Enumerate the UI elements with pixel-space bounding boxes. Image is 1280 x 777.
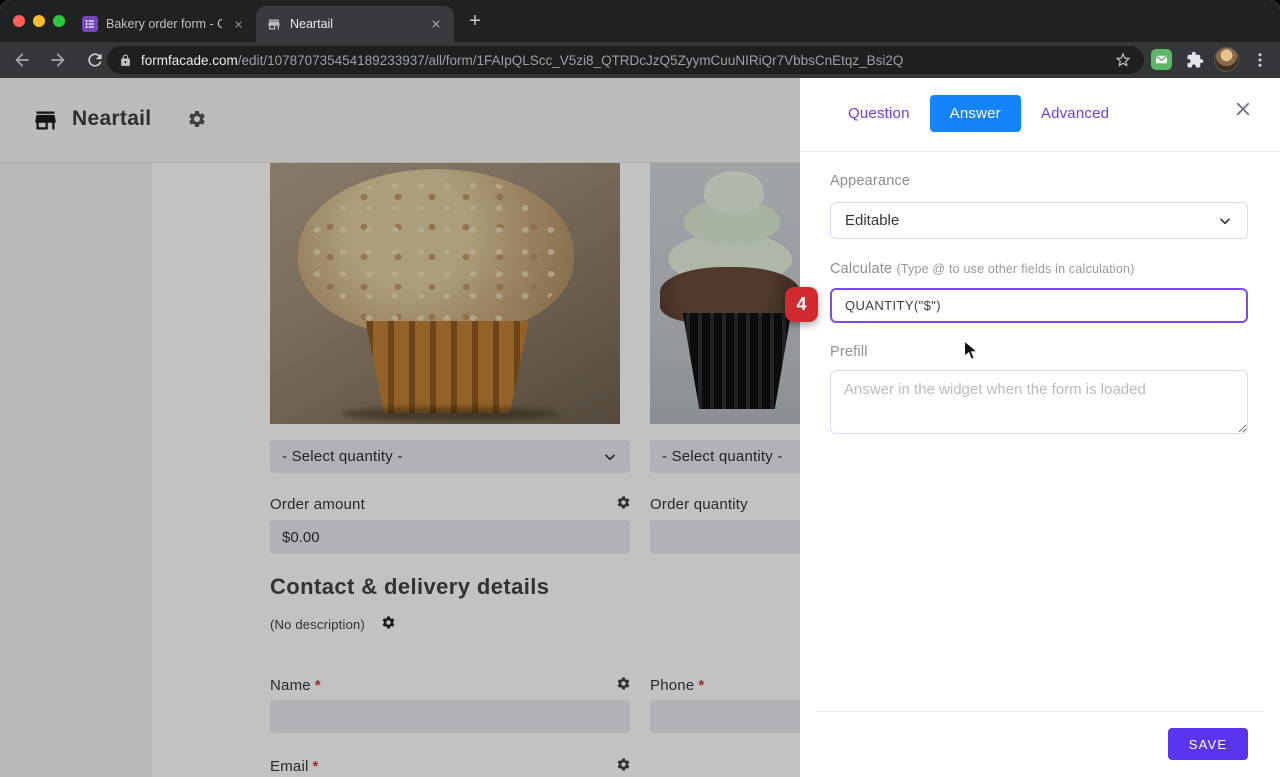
close-icon[interactable] (1234, 100, 1252, 118)
prefill-label: Prefill (830, 344, 868, 360)
step-badge: 4 (785, 287, 818, 322)
reload-button[interactable] (85, 50, 105, 70)
tab-bakery-order-form[interactable]: Bakery order form - Google For (72, 6, 256, 42)
calculate-hint: (Type @ to use other fields in calculati… (896, 262, 1134, 276)
window-minimize-button[interactable] (33, 15, 45, 27)
tab-neartail[interactable]: Neartail (256, 6, 454, 42)
tab-question[interactable]: Question (848, 105, 910, 122)
save-button[interactable]: SAVE (1168, 728, 1248, 760)
mail-extension-badge (1151, 49, 1172, 70)
prefill-textarea[interactable] (830, 370, 1248, 434)
modal-dim-overlay (0, 78, 800, 777)
browser-menu-icon[interactable] (1251, 51, 1269, 69)
mail-extension-icon[interactable] (1151, 49, 1172, 70)
url-domain: formfacade.com (141, 53, 238, 68)
appearance-label: Appearance (830, 173, 910, 189)
browser-tab-strip: Bakery order form - Google For Neartail … (0, 0, 1280, 42)
bookmark-star-icon[interactable] (1114, 51, 1132, 69)
calculate-label-row: Calculate (Type @ to use other fields in… (830, 261, 1135, 277)
google-forms-icon (82, 16, 98, 32)
appearance-value: Editable (845, 212, 899, 229)
lock-icon (119, 54, 132, 67)
panel-tabs: Question Answer Advanced (848, 95, 1109, 132)
window-zoom-button[interactable] (53, 15, 65, 27)
address-bar[interactable]: formfacade.com/edit/10787073545418923393… (107, 46, 1144, 74)
calculate-input[interactable] (830, 288, 1248, 323)
panel-divider (800, 151, 1280, 152)
new-tab-button[interactable]: + (462, 8, 488, 34)
form-editor-page: Neartail - Select quantity - - Select qu… (0, 78, 800, 777)
profile-avatar[interactable] (1214, 47, 1239, 72)
tab-advanced[interactable]: Advanced (1041, 105, 1109, 122)
window-controls (13, 15, 65, 27)
forward-button[interactable] (48, 50, 68, 70)
tab-close-icon[interactable] (230, 20, 246, 29)
url-path: /edit/107870735454189233937/all/form/1FA… (238, 53, 904, 68)
tab-close-icon[interactable] (428, 19, 444, 29)
appearance-select[interactable]: Editable (830, 202, 1248, 239)
url-text: formfacade.com/edit/10787073545418923393… (141, 53, 903, 68)
storefront-icon (266, 17, 282, 32)
window-close-button[interactable] (13, 15, 25, 27)
chevron-down-icon (1217, 213, 1233, 229)
browser-window: Bakery order form - Google For Neartail … (0, 0, 1280, 777)
answer-settings-panel: Question Answer Advanced Appearance Edit… (800, 78, 1280, 777)
tab-answer[interactable]: Answer (930, 95, 1021, 132)
browser-toolbar: formfacade.com/edit/10787073545418923393… (0, 42, 1280, 78)
tab-title: Neartail (290, 17, 420, 31)
panel-footer-divider (816, 711, 1264, 712)
tab-title: Bakery order form - Google For (106, 17, 222, 31)
back-button[interactable] (12, 50, 32, 70)
extensions-puzzle-icon[interactable] (1186, 51, 1204, 69)
